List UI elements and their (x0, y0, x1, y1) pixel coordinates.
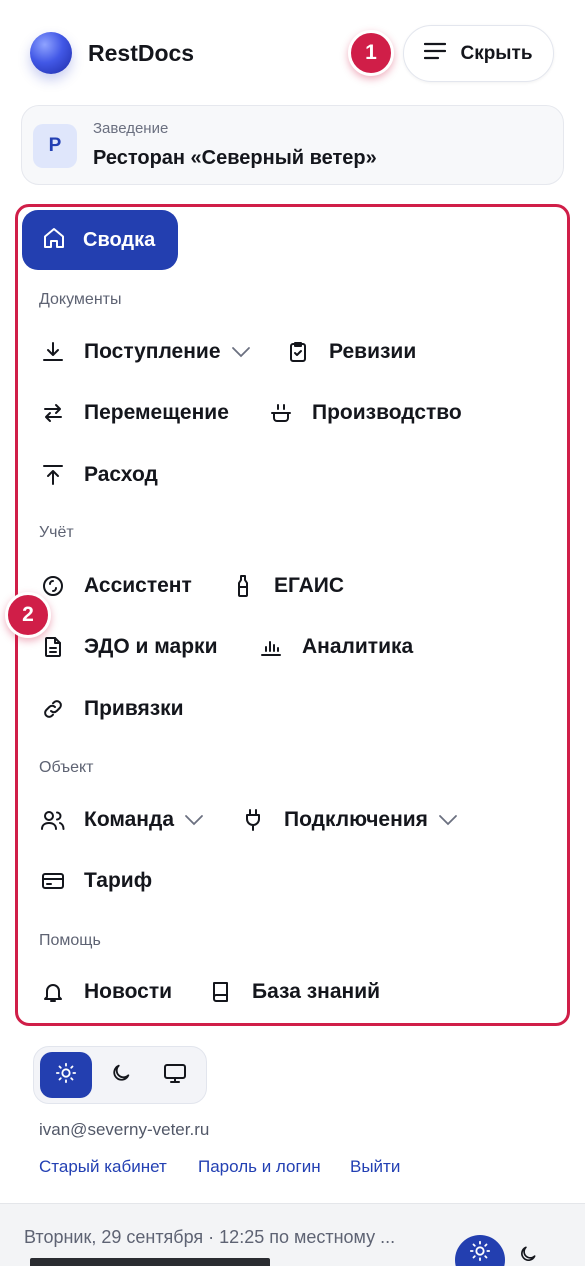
book-icon (208, 979, 234, 1005)
nav-item-tariff-label: Тариф (84, 869, 153, 892)
annotation-badge-1: 1 (348, 30, 394, 76)
nav-item-news[interactable]: Новости (40, 975, 172, 1009)
nav-item-production[interactable]: Производство (268, 396, 462, 430)
nav-item-summary-label: Сводка (83, 228, 156, 251)
chevron-down-icon[interactable] (231, 346, 251, 358)
assistant-icon (40, 573, 66, 599)
nav-item-kb[interactable]: База знаний (208, 975, 380, 1009)
pot-icon (268, 400, 294, 426)
theme-system-button[interactable] (149, 1052, 201, 1098)
nav-item-assistant-label: Ассистент (84, 574, 192, 597)
nav-item-connections-label: Подключения (284, 808, 428, 831)
logout-link[interactable]: Выйти (350, 1157, 400, 1177)
brand-name: RestDocs (88, 40, 195, 66)
bar-chart-icon (258, 634, 284, 660)
nav-item-audits[interactable]: Ревизии (285, 335, 416, 369)
nav-item-egais-label: ЕГАИС (274, 574, 345, 597)
venue-avatar: Р (33, 124, 77, 168)
venue-name: Ресторан «Северный ветер» (93, 147, 377, 169)
upload-icon (40, 462, 66, 488)
footer-theme-dark-button[interactable] (518, 1244, 538, 1266)
nav-item-production-label: Производство (312, 401, 462, 424)
users-icon (40, 807, 66, 833)
section-help: Помощь (39, 932, 101, 949)
nav-item-transfer[interactable]: Перемещение (40, 396, 229, 430)
nav-item-transfer-label: Перемещение (84, 401, 229, 424)
nav-highlight-frame (15, 204, 570, 1026)
section-documents: Документы (39, 291, 122, 308)
nav-item-receipt[interactable]: Поступление (40, 335, 251, 369)
bell-icon (40, 979, 66, 1005)
hide-menu-button[interactable]: Скрыть (403, 25, 554, 82)
brand-logo (30, 32, 72, 74)
bottle-icon (230, 573, 256, 599)
nav-item-audits-label: Ревизии (329, 340, 417, 363)
user-email: ivan@severny-veter.ru (39, 1120, 210, 1139)
moon-icon (110, 1062, 132, 1089)
download-icon (40, 339, 66, 365)
document-icon (40, 634, 66, 660)
nav-item-bindings-label: Привязки (84, 697, 184, 720)
section-object: Объект (39, 759, 94, 776)
password-login-link[interactable]: Пароль и логин (198, 1157, 321, 1177)
venue-caption: Заведение (93, 120, 169, 137)
monitor-icon (163, 1062, 187, 1089)
nav-item-connections[interactable]: Подключения (240, 803, 458, 837)
nav-item-analytics[interactable]: Аналитика (258, 630, 413, 664)
nav-item-expense-label: Расход (84, 463, 158, 486)
old-cabinet-link[interactable]: Старый кабинет (39, 1157, 167, 1177)
theme-light-button[interactable] (40, 1052, 92, 1098)
moon-icon (518, 1246, 538, 1266)
nav-item-team-label: Команда (84, 808, 174, 831)
sun-icon (469, 1240, 491, 1266)
nav-item-egais[interactable]: ЕГАИС (230, 569, 344, 603)
link-icon (40, 696, 66, 722)
venue-selector[interactable] (21, 105, 564, 185)
nav-item-news-label: Новости (84, 980, 173, 1003)
nav-item-team[interactable]: Команда (40, 803, 204, 837)
nav-item-edo-label: ЭДО и марки (84, 635, 218, 658)
arrows-swap-icon (40, 400, 66, 426)
chevron-down-icon[interactable] (438, 814, 458, 826)
nav-item-edo[interactable]: ЭДО и марки (40, 630, 217, 664)
footer-datetime: Вторник, 29 сентября · 12:25 по местному… (24, 1227, 396, 1247)
chevron-down-icon[interactable] (184, 814, 204, 826)
plug-icon (240, 807, 266, 833)
hide-menu-label: Скрыть (460, 42, 533, 64)
menu-icon (424, 42, 447, 65)
sun-icon (55, 1062, 77, 1089)
credit-card-icon (40, 868, 66, 894)
home-icon (42, 226, 66, 255)
nav-item-receipt-label: Поступление (84, 340, 221, 363)
nav-item-assistant[interactable]: Ассистент (40, 569, 192, 603)
nav-item-bindings[interactable]: Привязки (40, 692, 184, 726)
nav-item-kb-label: База знаний (252, 980, 381, 1003)
nav-item-analytics-label: Аналитика (302, 635, 414, 658)
nav-item-tariff[interactable]: Тариф (40, 864, 152, 898)
theme-dark-button[interactable] (95, 1052, 147, 1098)
nav-item-summary[interactable]: Сводка (22, 210, 178, 270)
clipboard-check-icon (285, 339, 311, 365)
section-accounting: Учёт (39, 524, 74, 541)
content-peek (30, 1258, 270, 1266)
nav-item-expense[interactable]: Расход (40, 458, 158, 492)
